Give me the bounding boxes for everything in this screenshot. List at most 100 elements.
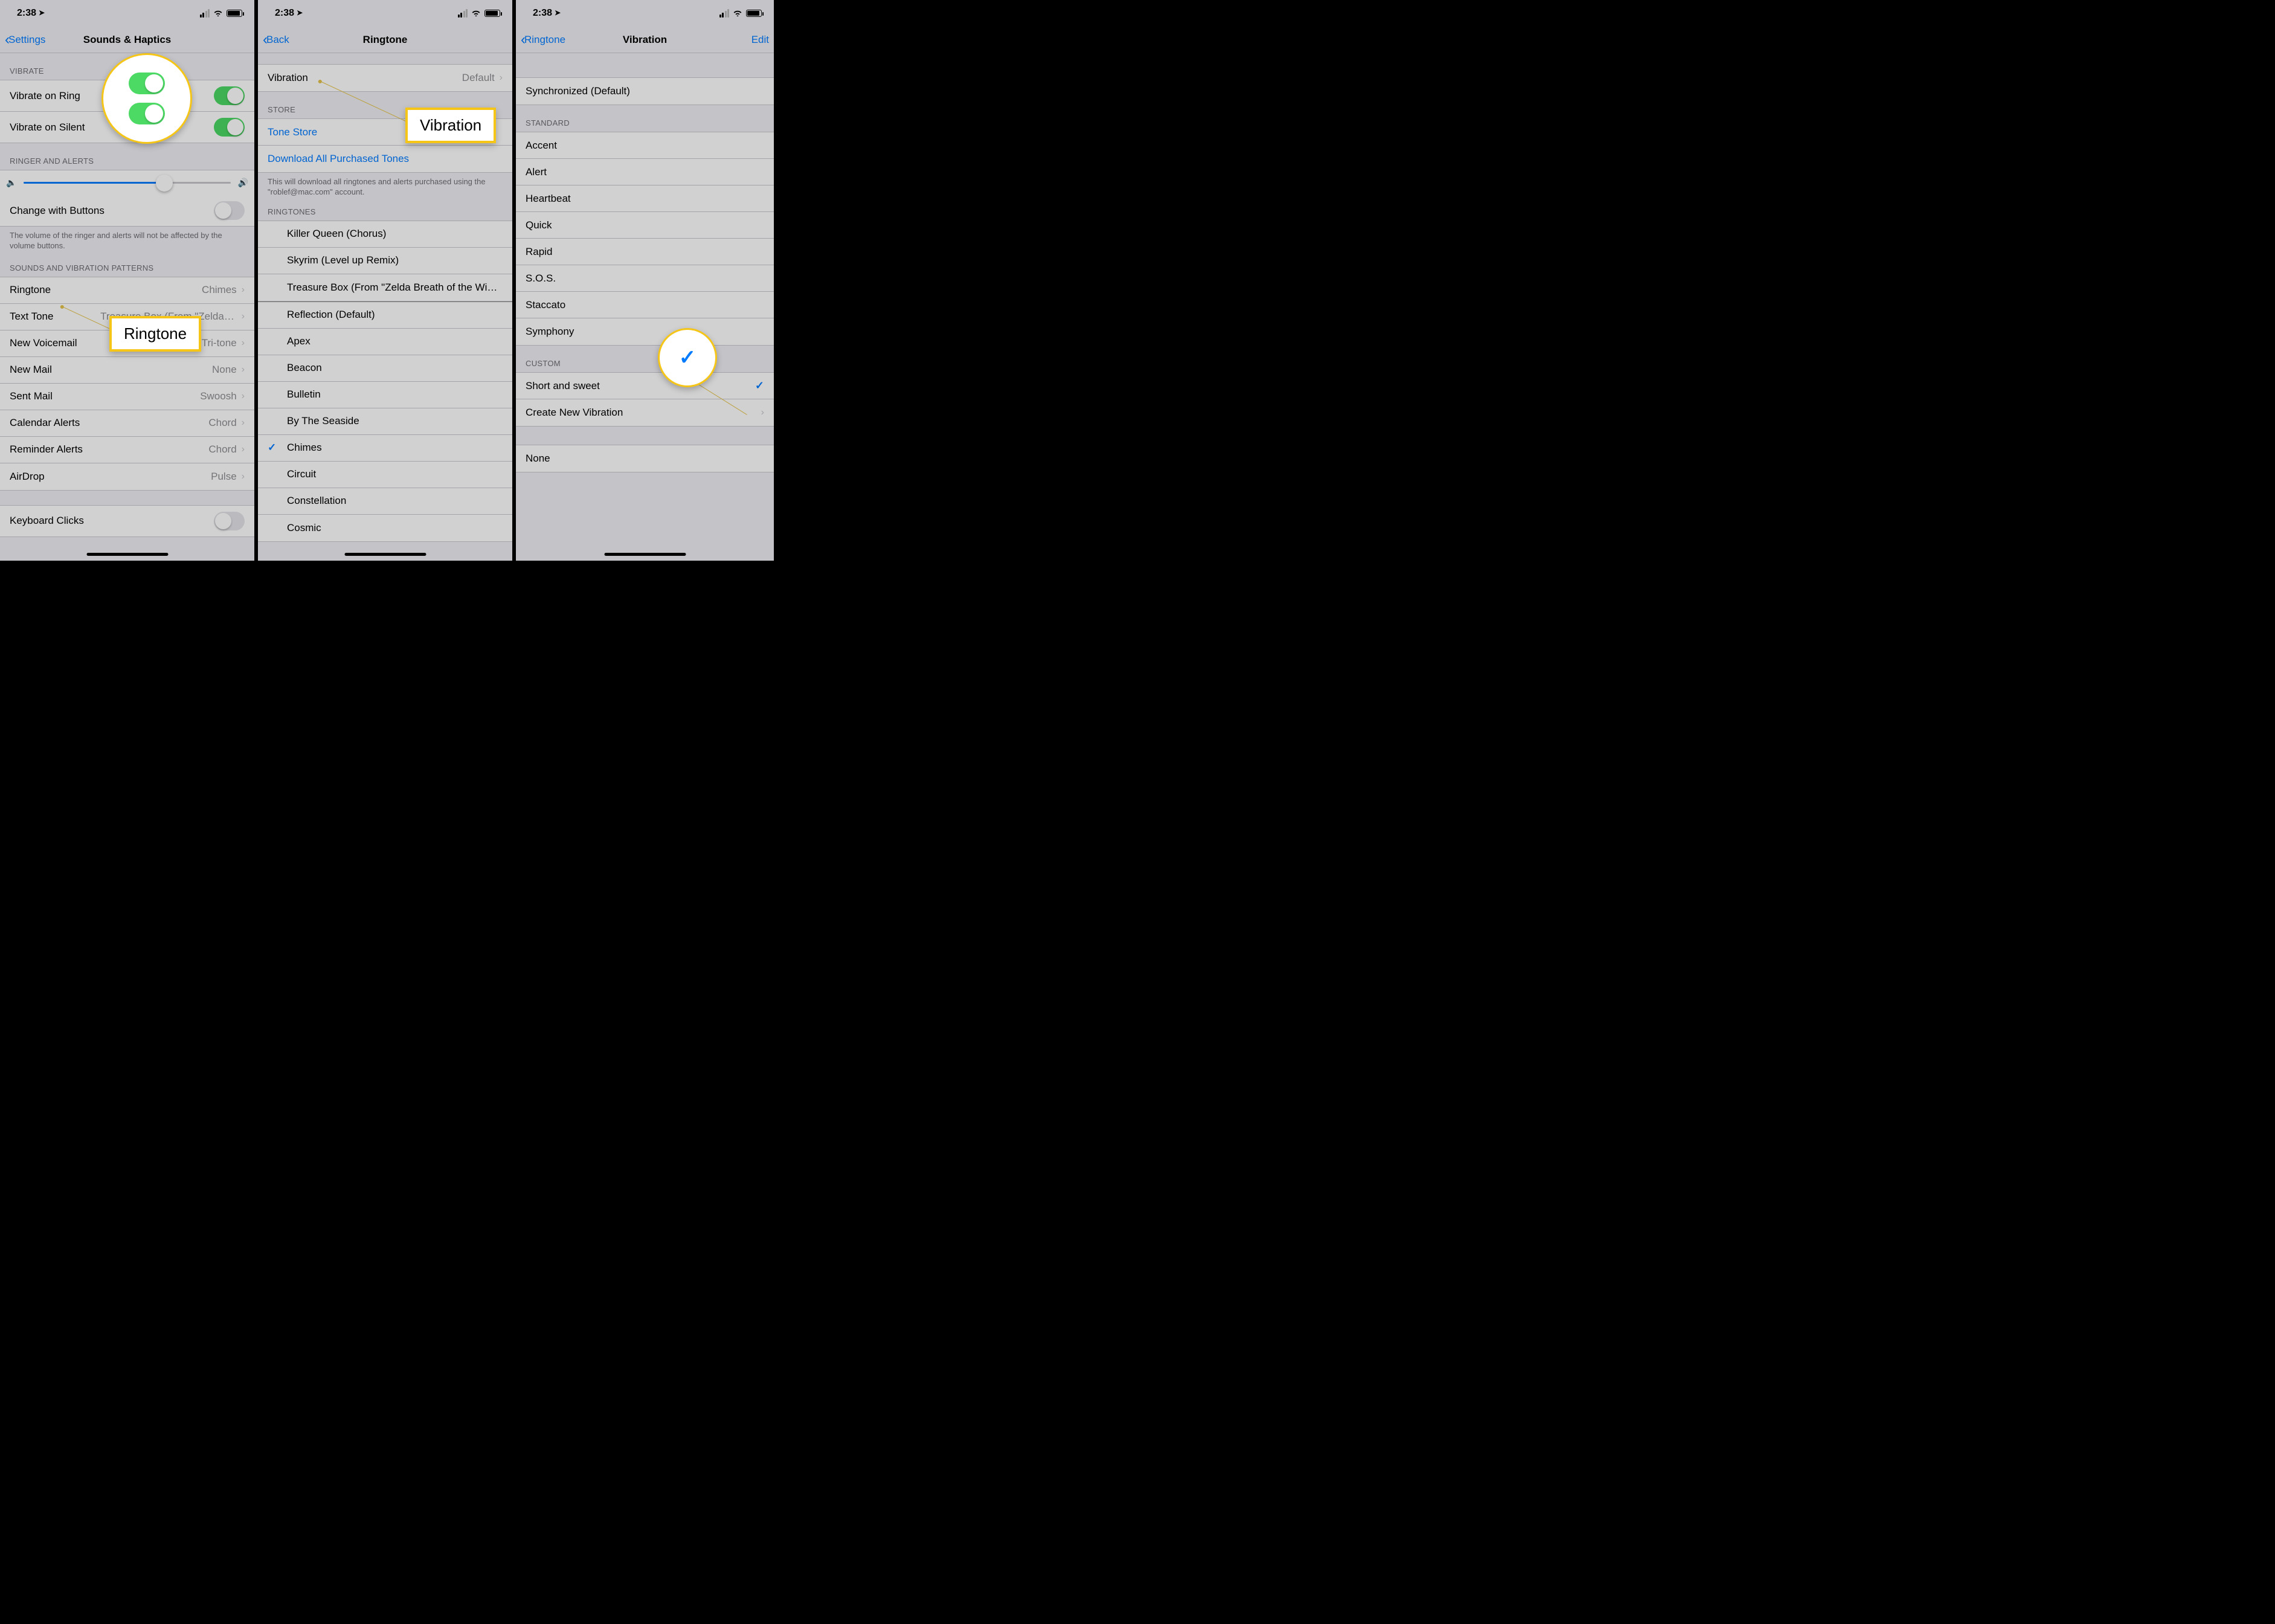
row-label: Ringtone [10,284,197,296]
callout-ringtone-label: Ringtone [109,316,201,352]
row-label: Skyrim (Level up Remix) [287,254,503,266]
status-time: 2:38 [275,8,294,19]
row-sound-reminder-alerts[interactable]: Reminder Alerts Chord › [0,437,254,463]
row-none[interactable]: None [516,445,774,472]
toggle-keyboard-clicks[interactable] [214,512,245,530]
status-bar: 2:38 ➤ [0,0,254,27]
screen-sounds-haptics: 2:38 ➤ ‹ Settings Sounds & Haptics Vibra… [0,0,258,561]
row-vibration[interactable]: Vibration Default › [258,65,512,91]
callout-vibration-label: Vibration [405,108,496,143]
speaker-high-icon: 🔊 [238,178,248,188]
row-ringtone[interactable]: Constellation [258,488,512,515]
nav-bar: ‹ Settings Sounds & Haptics [0,27,254,53]
chevron-right-icon: › [500,72,503,83]
row-ringtone[interactable]: Beacon [258,355,512,382]
row-label: Reminder Alerts [10,443,204,456]
row-sound-airdrop[interactable]: AirDropPulse› [0,463,254,490]
toggle-vibrate-silent[interactable] [214,118,245,137]
row-vibration-heartbeat[interactable]: Heartbeat [516,185,774,212]
row-label: Keyboard Clicks [10,515,214,527]
row-ringtone[interactable]: Killer Queen (Chorus) [258,221,512,248]
row-vibration-s-o-s-[interactable]: S.O.S. [516,265,774,292]
home-indicator[interactable] [344,553,426,556]
chevron-right-icon: › [242,338,245,349]
row-detail: Tri-tone [202,337,237,349]
section-ringtones: Ringtones [258,204,512,221]
row-ringtone[interactable]: By The Seaside [258,408,512,435]
row-sound-new-mail[interactable]: New Mail None › [0,357,254,384]
home-indicator[interactable] [86,553,168,556]
row-vibration-quick[interactable]: Quick [516,212,774,239]
row-label: Constellation [287,495,503,507]
wifi-icon [471,8,481,18]
checkmark-icon: ✓ [755,379,764,392]
row-detail: Chimes [202,284,237,296]
section-standard: Standard [516,105,774,132]
row-label: Vibration [268,72,457,84]
chevron-right-icon: › [242,285,245,295]
row-label: None [526,453,764,465]
row-download-all[interactable]: Download All Purchased Tones [258,146,512,172]
row-vibration-symphony[interactable]: Symphony [516,318,774,345]
nav-bar: ‹ Ringtone Vibration Edit [516,27,774,53]
row-label: Apex [287,335,503,347]
row-vibration-accent[interactable]: Accent [516,132,774,159]
row-synchronized[interactable]: Synchronized (Default) [516,78,774,105]
chevron-right-icon: › [242,364,245,375]
row-vibration-alert[interactable]: Alert [516,159,774,185]
chevron-right-icon: › [242,311,245,322]
row-label: Change with Buttons [10,205,214,217]
row-sound-calendar-alerts[interactable]: Calendar AlertsChord› [0,410,254,437]
row-keyboard-clicks[interactable]: Keyboard Clicks [0,506,254,536]
location-icon: ➤ [555,8,561,17]
row-ringtone[interactable]: Bulletin [258,382,512,408]
row-short-and-sweet[interactable]: Short and sweet ✓ [516,373,774,399]
row-ringtone[interactable]: ✓Chimes [258,435,512,462]
row-label: Chimes [287,442,503,454]
edit-button[interactable]: Edit [751,34,769,46]
row-ringtone[interactable]: Circuit [258,462,512,488]
row-label: Treasure Box (From "Zelda Breath of the … [287,282,503,294]
row-vibration-rapid[interactable]: Rapid [516,239,774,265]
row-label: Download All Purchased Tones [268,153,503,165]
home-indicator[interactable] [604,553,686,556]
row-sound-ringtone[interactable]: Ringtone Chimes › [0,277,254,304]
screen-vibration: 2:38 ➤ ‹ Ringtone Vibration Edit Synchro… [516,0,774,561]
row-detail: Default [462,72,495,84]
status-bar: 2:38 ➤ [516,0,774,27]
volume-slider-row[interactable]: 🔈 🔊 [0,170,254,195]
status-bar: 2:38 ➤ [258,0,512,27]
row-ringtone[interactable]: Cosmic [258,515,512,541]
toggle-vibrate-ring[interactable] [214,86,245,105]
row-sound-sent-mail[interactable]: Sent MailSwoosh› [0,384,254,410]
chevron-right-icon: › [761,407,764,418]
status-time: 2:38 [17,8,36,19]
back-label: Back [266,34,289,46]
section-sounds-patterns: Sounds and Vibration Patterns [0,257,254,277]
row-label: Staccato [526,299,764,311]
row-change-with-buttons[interactable]: Change with Buttons [0,195,254,226]
row-ringtone[interactable]: Treasure Box (From "Zelda Breath of the … [258,274,512,301]
back-button[interactable]: ‹ Ringtone [521,31,565,48]
row-ringtone[interactable]: Apex [258,329,512,355]
toggle-change-buttons[interactable] [214,201,245,220]
row-label: S.O.S. [526,272,764,285]
row-detail: Chord [208,417,236,429]
callout-check-bubble: ✓ [658,328,717,387]
row-label: New Mail [10,364,207,376]
row-label: Calendar Alerts [10,417,204,429]
volume-slider[interactable] [24,182,230,184]
back-button[interactable]: ‹ Back [263,31,289,48]
back-button[interactable]: ‹ Settings [5,31,45,48]
row-label: Beacon [287,362,503,374]
row-label: Cosmic [287,522,503,534]
row-detail: None [212,364,237,376]
row-label: Circuit [287,468,503,480]
row-ringtone[interactable]: Skyrim (Level up Remix) [258,248,512,274]
row-ringtone[interactable]: Reflection (Default) [258,302,512,329]
row-create-new-vibration[interactable]: Create New Vibration › [516,399,774,426]
chevron-right-icon: › [242,444,245,455]
row-detail: Chord [208,443,236,456]
row-label: Sent Mail [10,390,195,402]
row-vibration-staccato[interactable]: Staccato [516,292,774,318]
